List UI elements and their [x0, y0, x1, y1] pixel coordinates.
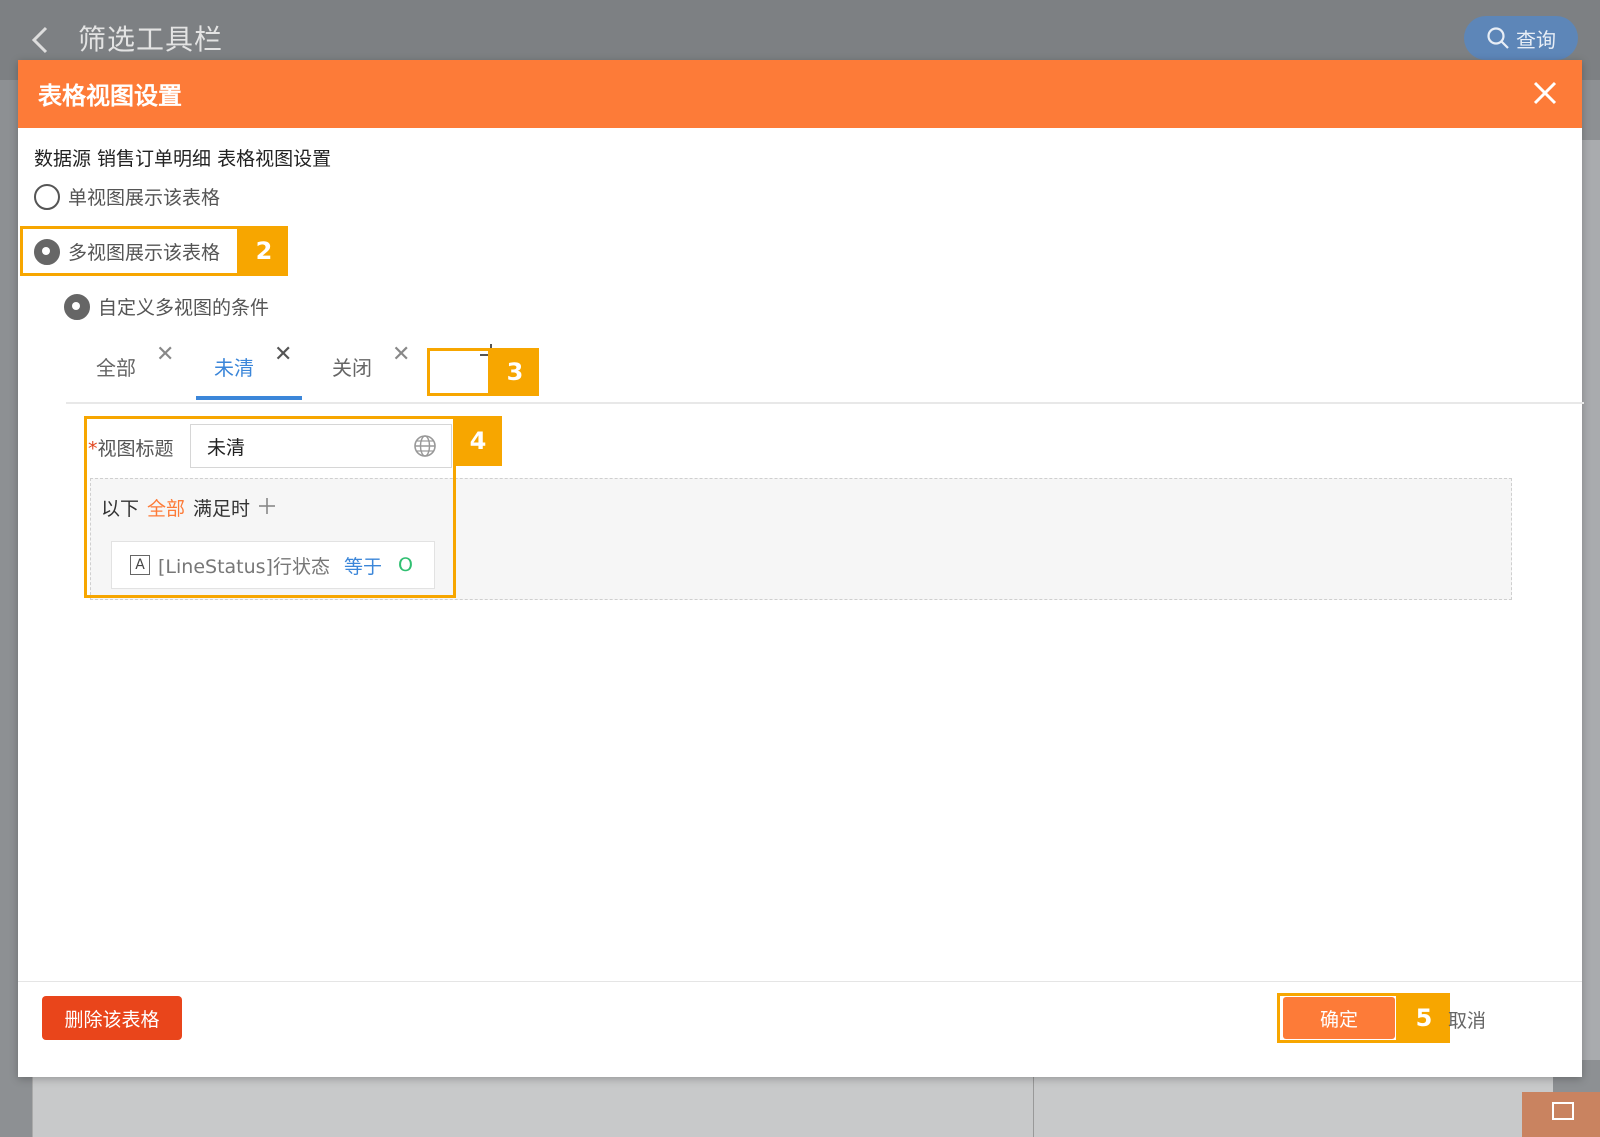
table-view-settings-dialog: 表格视图设置 数据源 销售订单明细 表格视图设置 单视图展示该表格 多视图展示该…: [18, 60, 1584, 1077]
search-label: 查询: [1516, 27, 1556, 52]
cancel-button[interactable]: 取消: [1448, 1006, 1486, 1033]
close-icon[interactable]: ✕: [274, 342, 292, 367]
background-page-title: 筛选工具栏: [78, 23, 224, 56]
background-bottom-area: [32, 1075, 1553, 1137]
step-badge-5: 5: [1398, 993, 1450, 1043]
radio-button[interactable]: [34, 183, 60, 210]
dialog-title: 表格视图设置: [38, 82, 182, 110]
radio-custom-conditions[interactable]: 自定义多视图的条件: [64, 293, 269, 320]
highlight-box-4: [84, 416, 456, 598]
active-tab-indicator: [196, 396, 302, 400]
divider: [1033, 1075, 1034, 1137]
delete-table-button[interactable]: 删除该表格: [42, 996, 182, 1040]
radio-single-label: 单视图展示该表格: [68, 187, 221, 209]
step-badge-4: 4: [454, 416, 502, 466]
radio-button-selected[interactable]: [64, 293, 90, 320]
close-icon[interactable]: ✕: [392, 342, 410, 367]
close-icon[interactable]: [1532, 74, 1558, 113]
footer-divider: [18, 981, 1582, 982]
chevron-left-icon[interactable]: [28, 22, 52, 65]
close-icon[interactable]: ✕: [156, 342, 174, 367]
highlight-box-3: [427, 348, 491, 396]
search-icon: [1487, 27, 1509, 49]
datasource-label: 数据源 销售订单明细 表格视图设置: [34, 148, 332, 170]
confirm-button[interactable]: 确定: [1283, 997, 1395, 1039]
tab-all[interactable]: 全部: [96, 352, 136, 381]
radio-single-view[interactable]: 单视图展示该表格: [34, 183, 220, 210]
dialog-header: 表格视图设置: [18, 60, 1582, 128]
radio-custom-label: 自定义多视图的条件: [98, 297, 270, 319]
view-tabs: 全部 ✕ 未清 ✕ 关闭 ✕: [66, 338, 1584, 404]
tab-uncleared[interactable]: 未清: [214, 352, 254, 381]
highlight-box-2: [20, 226, 240, 276]
search-button[interactable]: 查询: [1464, 16, 1578, 60]
step-badge-2: 2: [240, 226, 288, 276]
step-badge-3: 3: [491, 348, 539, 396]
window-icon: [1552, 1102, 1574, 1120]
tab-closed[interactable]: 关闭: [332, 352, 372, 381]
